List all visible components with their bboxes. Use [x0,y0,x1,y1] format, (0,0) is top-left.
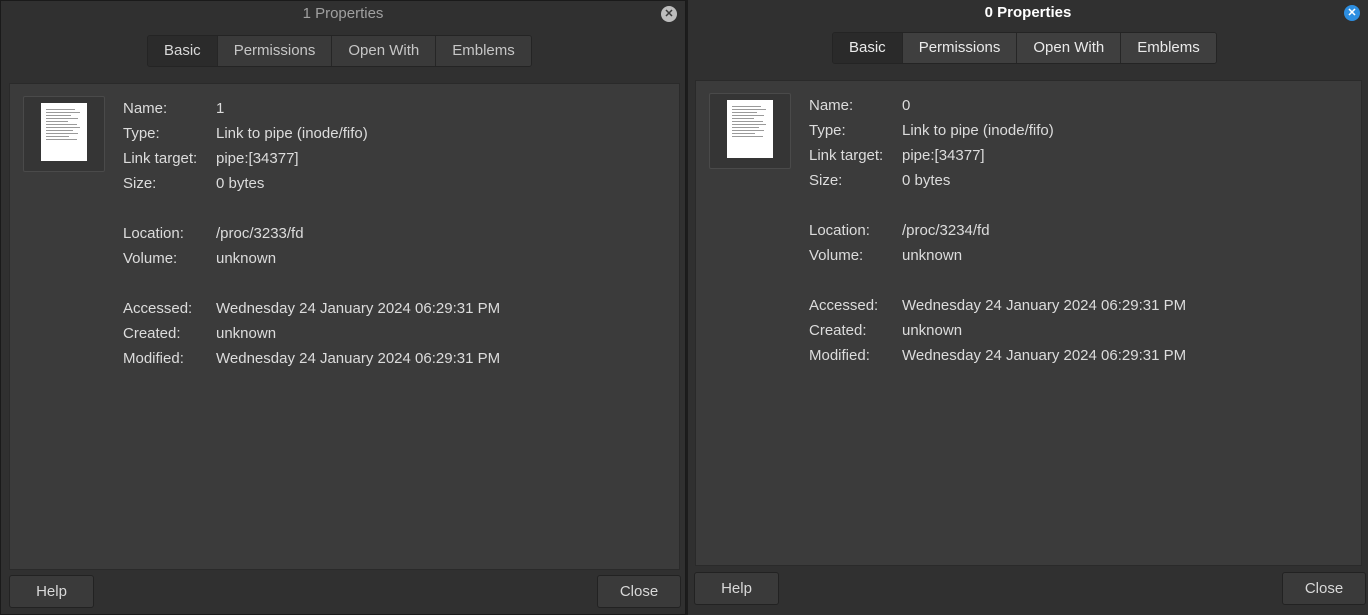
title-bar[interactable]: 0 Properties ✕ [688,0,1368,28]
created-label: Created: [123,325,181,342]
tab-basic[interactable]: Basic [148,36,217,66]
close-icon[interactable]: ✕ [661,6,677,22]
close-icon[interactable]: ✕ [1344,5,1360,21]
tab-emblems[interactable]: Emblems [1120,33,1216,63]
link-target-label: Link target: [123,150,198,167]
text-document-icon [41,103,87,161]
file-icon-button[interactable] [23,96,105,172]
close-button[interactable]: Close [597,575,681,608]
accessed-value: Wednesday 24 January 2024 06:29:31 PM [216,300,501,317]
window-title: 0 Properties [984,4,1072,21]
created-value: unknown [216,325,277,342]
name-label: Name: [123,100,168,117]
modified-value: Wednesday 24 January 2024 06:29:31 PM [216,350,501,367]
link-target-value: pipe:[34377] [902,147,985,164]
location-label: Location: [123,225,184,242]
tab-bar: Basic Permissions Open With Emblems [147,35,532,67]
size-value: 0 bytes [216,175,265,192]
volume-label: Volume: [809,247,864,264]
close-button[interactable]: Close [1282,572,1366,605]
location-label: Location: [809,222,870,239]
location-value: /proc/3233/fd [216,225,304,242]
size-label: Size: [809,172,843,189]
link-target-value: pipe:[34377] [216,150,299,167]
text-document-icon [727,100,773,158]
size-label: Size: [123,175,157,192]
accessed-label: Accessed: [809,297,879,314]
size-value: 0 bytes [902,172,951,189]
help-button[interactable]: Help [9,575,94,608]
modified-label: Modified: [809,347,870,364]
tab-basic[interactable]: Basic [833,33,902,63]
file-icon-button[interactable] [709,93,791,169]
type-value: Link to pipe (inode/fifo) [216,125,368,142]
created-label: Created: [809,322,867,339]
tab-permissions[interactable]: Permissions [216,36,332,66]
window-title: 1 Properties [302,5,384,22]
volume-value: unknown [216,250,277,267]
created-value: unknown [902,322,963,339]
volume-label: Volume: [123,250,178,267]
tab-emblems[interactable]: Emblems [435,36,531,66]
modified-label: Modified: [123,350,184,367]
accessed-label: Accessed: [123,300,193,317]
properties-window-1: 1 Properties ✕ Basic Permissions Open Wi… [0,0,686,615]
location-value: /proc/3234/fd [902,222,990,239]
tab-bar: Basic Permissions Open With Emblems [832,32,1217,64]
type-label: Type: [809,122,846,139]
type-value: Link to pipe (inode/fifo) [902,122,1054,139]
volume-value: unknown [902,247,963,264]
accessed-value: Wednesday 24 January 2024 06:29:31 PM [902,297,1187,314]
basic-panel: Name: 1 Type: Link to pipe (inode/fifo) … [9,83,680,570]
tab-open-with[interactable]: Open With [1016,33,1121,63]
tab-permissions[interactable]: Permissions [901,33,1017,63]
name-label: Name: [809,97,854,114]
tab-open-with[interactable]: Open With [331,36,436,66]
type-label: Type: [123,125,160,142]
properties-window-0: 0 Properties ✕ Basic Permissions Open Wi… [688,0,1368,615]
name-value[interactable]: 0 [902,97,910,114]
title-bar[interactable]: 1 Properties ✕ [1,1,685,29]
link-target-label: Link target: [809,147,884,164]
name-value[interactable]: 1 [216,100,224,117]
basic-panel: Name: 0 Type: Link to pipe (inode/fifo) … [695,80,1362,566]
modified-value: Wednesday 24 January 2024 06:29:31 PM [902,347,1187,364]
help-button[interactable]: Help [694,572,779,605]
